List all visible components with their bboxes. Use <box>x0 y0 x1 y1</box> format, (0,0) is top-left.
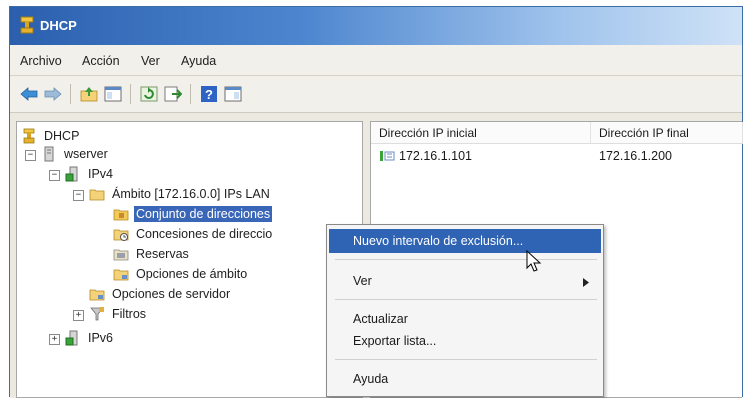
tree-label-leases: Concesiones de direccio <box>136 227 273 241</box>
ctx-separator <box>335 259 597 260</box>
collapse-ipv4-icon[interactable]: − <box>49 170 60 181</box>
scope-options-folder-icon <box>113 269 129 281</box>
menu-archivo[interactable]: Archivo <box>20 54 62 68</box>
tree-label-address-pool: Conjunto de direcciones <box>134 206 273 222</box>
column-header-start-ip[interactable]: Dirección IP inicial <box>371 122 591 144</box>
tree-label-dhcp: DHCP <box>44 129 80 143</box>
tree-label-ipv6: IPv6 <box>88 331 114 345</box>
ipv6-icon <box>65 330 78 346</box>
ctx-label-refresh: Actualizar <box>353 312 408 326</box>
tree-node-reservations[interactable]: Reservas <box>113 244 191 264</box>
tree-node-leases[interactable]: Concesiones de direccio <box>113 224 274 244</box>
svg-text:?: ? <box>205 87 213 102</box>
ctx-item-refresh[interactable]: Actualizar <box>329 307 601 331</box>
expand-ipv6-icon[interactable]: + <box>49 334 60 345</box>
ctx-item-new-exclusion-range[interactable]: Nuevo intervalo de exclusión... <box>329 229 601 253</box>
dhcp-app-icon <box>20 16 34 34</box>
server-icon <box>44 146 54 162</box>
toolbar-separator <box>190 84 191 104</box>
reservations-folder-icon <box>113 249 129 261</box>
window-title: DHCP <box>40 18 77 33</box>
show-hide-tree-icon[interactable] <box>102 84 124 104</box>
menu-ayuda[interactable]: Ayuda <box>181 54 216 68</box>
properties-icon[interactable] <box>222 84 244 104</box>
dhcp-root-icon <box>23 128 35 144</box>
collapse-scope-icon[interactable]: − <box>73 190 84 201</box>
ipv4-icon <box>65 166 78 182</box>
back-arrow-icon[interactable] <box>18 84 40 104</box>
address-pool-folder-icon <box>113 209 129 221</box>
toolbar-separator <box>70 84 71 104</box>
submenu-arrow-icon <box>583 276 589 290</box>
tree-node-wserver[interactable]: wserver <box>41 144 110 164</box>
tree-label-filters: Filtros <box>112 307 147 321</box>
list-cell-start-ip[interactable]: 172.16.1.101 <box>399 149 472 163</box>
expand-filters-icon[interactable]: + <box>73 310 84 321</box>
tree-label-scope-options: Opciones de ámbito <box>136 267 248 281</box>
ctx-item-export-list[interactable]: Exportar lista... <box>329 329 601 353</box>
up-folder-icon[interactable] <box>78 84 100 104</box>
context-menu: Nuevo intervalo de exclusión... Ver Actu… <box>326 224 604 397</box>
menu-bar: Archivo Acción Ver Ayuda <box>10 45 742 76</box>
toolbar-separator <box>130 84 131 104</box>
ctx-item-help[interactable]: Ayuda <box>329 367 601 391</box>
ctx-item-view[interactable]: Ver <box>329 269 601 293</box>
refresh-icon[interactable] <box>138 84 160 104</box>
list-cell-end-ip: 172.16.1.200 <box>599 149 672 163</box>
menu-ver[interactable]: Ver <box>141 54 160 68</box>
collapse-wserver-icon[interactable]: − <box>25 150 36 161</box>
ctx-label-new-exclusion-range: Nuevo intervalo de exclusión... <box>353 234 524 248</box>
console-tree: DHCP − wserver − IPv4 − Ámbito [172.16.0… <box>16 121 363 398</box>
ctx-separator <box>335 359 597 360</box>
column-header-end-ip[interactable]: Dirección IP final <box>591 122 743 144</box>
tree-label-ipv4: IPv4 <box>88 167 114 181</box>
tree-label-reservations: Reservas <box>136 247 189 261</box>
tree-node-dhcp[interactable]: DHCP <box>21 126 81 146</box>
title-bar[interactable]: DHCP <box>10 7 742 45</box>
leases-folder-icon <box>113 229 129 241</box>
mouse-pointer-icon <box>526 250 542 272</box>
filter-icon <box>90 307 104 321</box>
ip-range-icon <box>379 149 395 163</box>
forward-arrow-icon[interactable] <box>42 84 64 104</box>
tree-node-ipv4[interactable]: IPv4 <box>65 164 115 184</box>
tree-node-ipv6[interactable]: IPv6 <box>65 328 115 348</box>
menu-accion[interactable]: Acción <box>82 54 120 68</box>
server-options-folder-icon <box>89 289 105 301</box>
tree-node-address-pool[interactable]: Conjunto de direcciones <box>113 204 273 224</box>
tree-label-wserver: wserver <box>64 147 108 161</box>
ctx-label-help: Ayuda <box>353 372 389 386</box>
ctx-label-export-list: Exportar lista... <box>353 334 437 348</box>
ctx-label-view: Ver <box>353 274 372 288</box>
ctx-separator <box>335 299 597 300</box>
tree-label-scope: Ámbito [172.16.0.0] IPs LAN <box>112 187 270 201</box>
help-icon[interactable]: ? <box>198 84 220 104</box>
tree-node-filters[interactable]: Filtros <box>89 304 148 324</box>
tree-node-scope-options[interactable]: Opciones de ámbito <box>113 264 249 284</box>
toolbar: ? <box>10 76 742 113</box>
tree-node-scope[interactable]: Ámbito [172.16.0.0] IPs LAN <box>89 184 272 204</box>
tree-node-server-options[interactable]: Opciones de servidor <box>89 284 232 304</box>
export-list-icon[interactable] <box>162 84 184 104</box>
tree-label-server-options: Opciones de servidor <box>112 287 231 301</box>
folder-icon <box>89 189 105 201</box>
